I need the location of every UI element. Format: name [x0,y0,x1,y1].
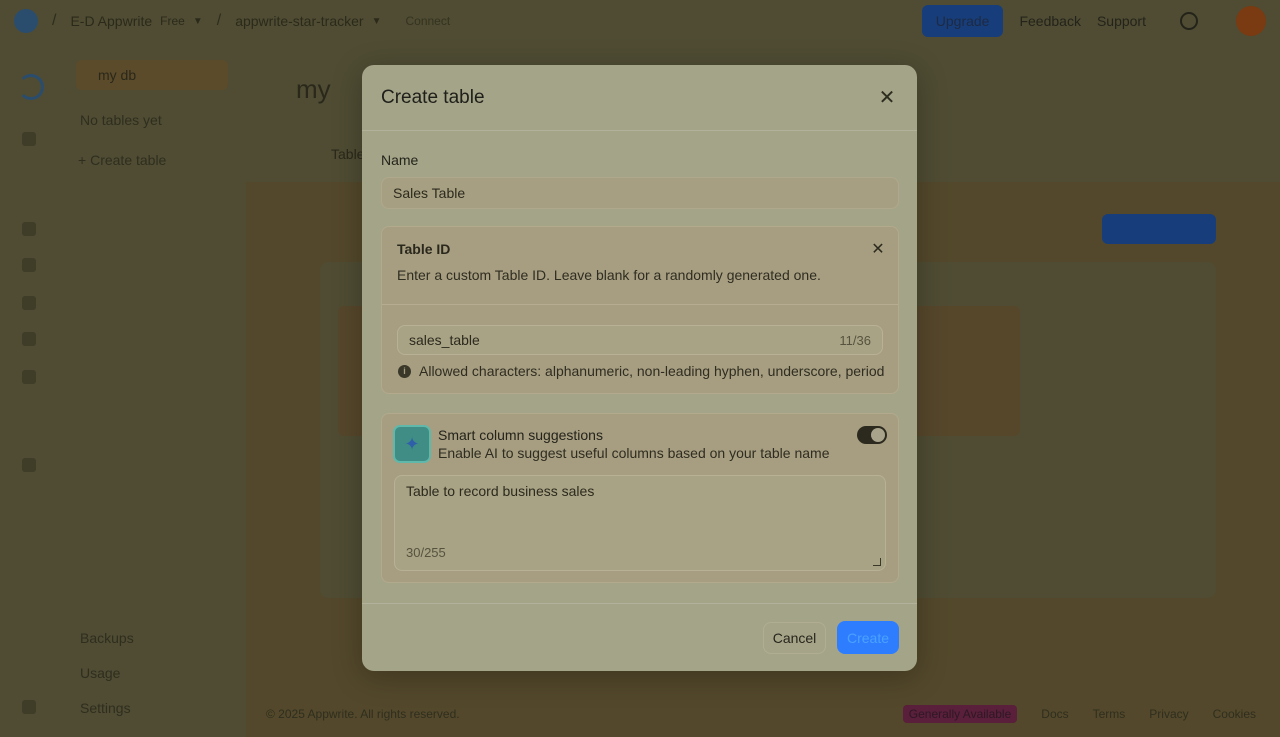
auth-icon[interactable] [22,222,36,236]
upgrade-button[interactable]: Upgrade [921,5,1004,37]
storage-icon[interactable] [22,332,36,346]
smart-columns-prompt-value: Table to record business sales [406,483,595,499]
top-bar: / E-D Appwrite Free ▼ / appwrite-star-tr… [0,0,1280,42]
breadcrumb-separator: / [216,12,222,29]
chevron-down-icon: ▼ [371,15,382,27]
smart-columns-prompt[interactable]: Table to record business sales 30/255 [394,475,886,571]
sidebar-item-settings[interactable]: Settings [80,700,131,716]
modal-footer: Cancel Create [362,603,917,671]
copyright-text: © 2025 Appwrite. All rights reserved. [266,707,460,721]
resize-handle-icon[interactable] [873,558,881,566]
table-id-value: sales_table [409,332,480,348]
table-id-hint-text: Allowed characters: alphanumeric, non-le… [419,363,885,379]
loading-spinner-icon [18,74,44,100]
close-icon[interactable]: ✕ [870,241,886,258]
connect-link[interactable]: Connect [405,14,450,28]
org-selector[interactable]: E-D Appwrite Free ▼ [70,13,202,29]
name-input[interactable]: Sales Table [381,177,899,209]
database-sidebar: my db No tables yet + Create table Backu… [58,42,246,737]
org-name: E-D Appwrite [70,13,153,29]
tab-tables[interactable]: Table [331,146,364,162]
support-link[interactable]: Support [1097,13,1146,29]
breadcrumb-separator: / [52,12,57,29]
table-id-counter: 11/36 [839,332,871,348]
project-name: appwrite-star-tracker [235,13,364,29]
page-footer: © 2025 Appwrite. All rights reserved. Ge… [266,705,1256,723]
create-table-link[interactable]: + Create table [78,152,166,168]
modal-header: Create table ✕ [362,65,917,131]
avatar[interactable] [1236,6,1266,36]
close-icon[interactable]: ✕ [876,87,898,109]
footer-link-cookies[interactable]: Cookies [1213,707,1256,721]
status-badge: Generally Available [902,705,1018,723]
sites-icon[interactable] [22,458,36,472]
feedback-link[interactable]: Feedback [1019,13,1080,29]
footer-link-docs[interactable]: Docs [1041,707,1068,721]
create-table-label: Create table [90,152,167,168]
smart-columns-description: Enable AI to suggest useful columns base… [438,445,830,461]
info-icon: i [398,364,411,378]
create-button-background[interactable] [1102,214,1216,244]
sidebar-item-database[interactable]: my db [76,60,228,90]
smart-columns-counter: 30/255 [406,545,446,560]
table-id-description: Enter a custom Table ID. Leave blank for… [397,267,821,283]
table-id-hint: i Allowed characters: alphanumeric, non-… [398,363,884,379]
table-id-panel: Table ID Enter a custom Table ID. Leave … [381,226,899,394]
table-id-title: Table ID [397,241,451,257]
create-button[interactable]: Create [837,621,899,654]
overview-icon[interactable] [22,132,36,146]
cancel-button[interactable]: Cancel [763,622,826,654]
empty-tables-text: No tables yet [80,112,162,128]
plan-badge: Free [160,14,185,28]
sidebar-item-backups[interactable]: Backups [80,630,134,646]
footer-link-privacy[interactable]: Privacy [1149,707,1188,721]
smart-columns-panel: ✦ Smart column suggestions Enable AI to … [381,413,899,583]
appwrite-logo-icon[interactable] [14,9,38,33]
project-selector[interactable]: appwrite-star-tracker ▼ [235,13,381,29]
sparkle-icon: ✦ [393,425,431,463]
table-id-header: Table ID Enter a custom Table ID. Leave … [382,227,898,305]
table-id-input[interactable]: sales_table 11/36 [397,325,883,355]
page-title: my [296,74,331,104]
icon-rail [0,60,58,737]
settings-icon[interactable] [22,700,36,714]
modal-title: Create table [381,86,485,108]
smart-columns-toggle[interactable] [857,426,887,444]
smart-columns-title: Smart column suggestions [438,427,603,443]
messaging-icon[interactable] [22,370,36,384]
search-icon[interactable] [1180,12,1198,30]
modal-body: Name Sales Table Table ID Enter a custom… [362,131,917,603]
name-label: Name [381,152,419,168]
chevron-down-icon: ▼ [192,15,203,27]
databases-icon[interactable] [22,258,36,272]
footer-link-terms[interactable]: Terms [1093,707,1126,721]
functions-icon[interactable] [22,296,36,310]
sidebar-item-usage[interactable]: Usage [80,665,120,681]
create-table-modal: Create table ✕ Name Sales Table Table ID… [362,65,917,671]
